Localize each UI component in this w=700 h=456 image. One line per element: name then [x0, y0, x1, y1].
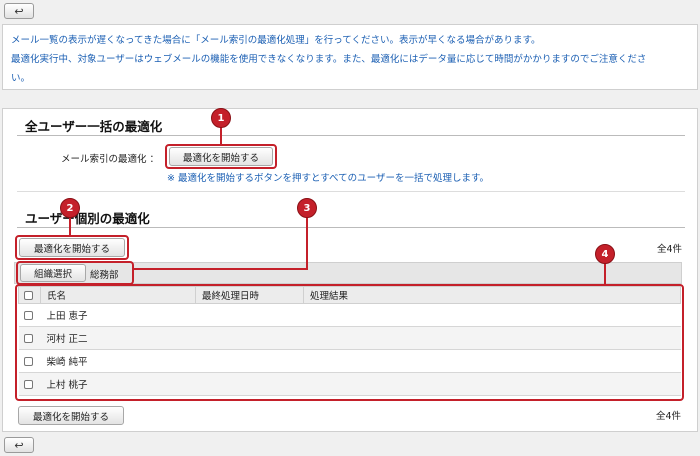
- table-row: 上村 桃子: [18, 372, 681, 396]
- back-button[interactable]: ↩: [4, 3, 34, 19]
- row-checkbox-cell: [18, 326, 41, 350]
- marker-4-connector: [604, 262, 606, 286]
- info-line-2: 最適化実行中、対象ユーザーはウェブメールの機能を使用できなくなります。また、最適…: [11, 54, 647, 65]
- marker-3-connector-h: [134, 268, 308, 270]
- bulk-start-button[interactable]: 最適化を開始する: [169, 147, 273, 166]
- user-name: 上田 恵子: [40, 303, 196, 327]
- last-processed: [195, 326, 304, 350]
- index-optimize-label: メール索引の最適化 ：: [61, 154, 160, 165]
- row-checkbox[interactable]: [23, 379, 33, 389]
- bulk-section-title: 全ユーザー一括の最適化: [25, 119, 163, 134]
- individual-start-button-top[interactable]: 最適化を開始する: [19, 238, 125, 257]
- total-count-bottom: 全4件: [656, 411, 682, 422]
- back-arrow-icon: ↩: [14, 438, 24, 452]
- row-checkbox-cell: [18, 349, 41, 373]
- row-checkbox[interactable]: [23, 310, 33, 320]
- info-message: メール一覧の表示が遅くなってきた場合に「メール索引の最適化処理」を行ってください…: [2, 24, 698, 90]
- callout-marker-1: 1: [211, 108, 231, 128]
- select-all-checkbox[interactable]: [24, 290, 33, 300]
- user-name: 河村 正二: [40, 326, 196, 350]
- individual-section-divider: [17, 227, 685, 228]
- process-result: [303, 349, 681, 373]
- table-row: 上田 恵子: [18, 303, 681, 327]
- row-checkbox[interactable]: [23, 356, 33, 366]
- marker-3-connector: [306, 214, 308, 270]
- row-checkbox-cell: [18, 372, 41, 396]
- last-processed: [195, 349, 304, 373]
- table-row: 河村 正二: [18, 326, 681, 350]
- bulk-note: ※ 最適化を開始するボタンを押すとすべてのユーザーを一括で処理します。: [167, 173, 490, 184]
- section-separator: [17, 191, 685, 192]
- marker-1-connector: [220, 126, 222, 146]
- last-processed: [195, 303, 304, 327]
- callout-marker-4: 4: [595, 244, 615, 264]
- bulk-section-divider: [17, 135, 685, 136]
- column-header-name: 氏名: [40, 286, 196, 304]
- callout-marker-3: 3: [297, 198, 317, 218]
- info-line-3: い。: [11, 73, 31, 84]
- bottom-toolbar: ↩: [0, 434, 700, 456]
- info-line-1: メール一覧の表示が遅くなってきた場合に「メール索引の最適化処理」を行ってください…: [11, 35, 541, 46]
- process-result: [303, 303, 681, 327]
- individual-section-title: ユーザー個別の最適化: [25, 211, 150, 226]
- individual-start-button-bottom[interactable]: 最適化を開始する: [18, 406, 124, 425]
- total-count-top: 全4件: [657, 244, 683, 255]
- top-toolbar: ↩: [0, 0, 700, 22]
- table-header-row: 氏名 最終処理日時 処理結果: [18, 286, 681, 304]
- process-result: [303, 372, 681, 396]
- user-name: 柴崎 純平: [40, 349, 196, 373]
- select-all-cell: [18, 286, 41, 304]
- back-arrow-icon: ↩: [14, 4, 24, 18]
- column-header-last-processed: 最終処理日時: [195, 286, 304, 304]
- org-select-button[interactable]: 組織選択: [20, 264, 86, 282]
- row-checkbox-cell: [18, 303, 41, 327]
- last-processed: [195, 372, 304, 396]
- user-name: 上村 桃子: [40, 372, 196, 396]
- org-name: 総務部: [90, 270, 119, 281]
- user-table: 氏名 最終処理日時 処理結果 上田 恵子 河村 正二 柴崎 純平 上村 桃子: [18, 286, 681, 396]
- column-header-result: 処理結果: [303, 286, 681, 304]
- process-result: [303, 326, 681, 350]
- row-checkbox[interactable]: [23, 333, 33, 343]
- table-row: 柴崎 純平: [18, 349, 681, 373]
- callout-marker-2: 2: [60, 198, 80, 218]
- back-button-bottom[interactable]: ↩: [4, 437, 34, 453]
